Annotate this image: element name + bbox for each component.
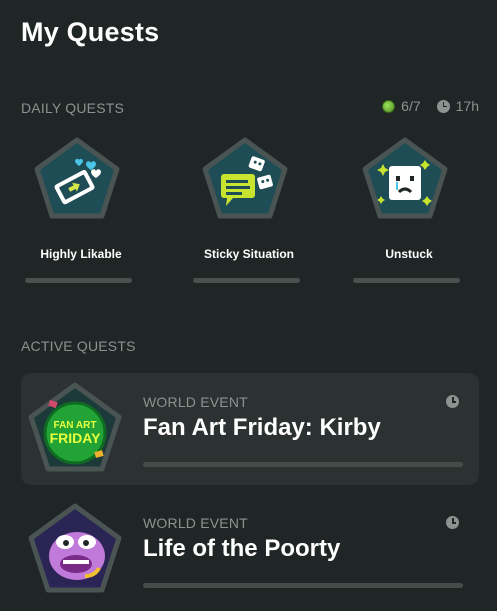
active-quest-card-life-of-the-poorty[interactable]: WORLD EVENT Life of the Poorty bbox=[21, 494, 479, 606]
quest-title: Life of the Poorty bbox=[143, 535, 341, 562]
daily-quest-name: Highly Likable bbox=[40, 247, 122, 261]
active-quest-card-fan-art-friday[interactable]: FAN ART FRIDAY WORLD EVENT Fan Art Frida… bbox=[21, 373, 479, 485]
my-quests-page: My Quests DAILY QUESTS 6/7 17h Highly Li… bbox=[0, 0, 497, 611]
daily-progress-count: 6/7 bbox=[401, 98, 421, 114]
daily-quests-row: Highly Likable Sticky Situation Unstuck bbox=[21, 136, 479, 286]
daily-quest-progress-bar bbox=[353, 278, 460, 283]
poorty-character-badge-icon bbox=[28, 503, 122, 593]
daily-quest-sticky-situation[interactable]: Sticky Situation bbox=[189, 136, 309, 286]
clock-icon bbox=[446, 395, 459, 408]
quest-badge-icon bbox=[382, 99, 396, 113]
daily-quest-highly-likable[interactable]: Highly Likable bbox=[21, 136, 141, 286]
quest-progress-bar bbox=[143, 462, 463, 467]
daily-time-left: 17h bbox=[455, 98, 479, 114]
daily-quest-progress-bar bbox=[25, 278, 132, 283]
daily-quests-label: DAILY QUESTS bbox=[21, 100, 125, 116]
quest-event-label: WORLD EVENT bbox=[143, 515, 248, 531]
quest-event-label: WORLD EVENT bbox=[143, 394, 248, 410]
sticky-note-icon bbox=[202, 137, 288, 219]
fan-art-friday-badge-icon: FAN ART FRIDAY bbox=[28, 382, 122, 472]
clock-icon bbox=[446, 516, 459, 529]
quest-progress-bar bbox=[143, 583, 463, 588]
daily-quest-name: Unstuck bbox=[385, 247, 433, 261]
daily-quest-progress-bar bbox=[193, 278, 300, 283]
phone-hearts-icon bbox=[34, 137, 120, 219]
daily-quest-unstuck[interactable]: Unstuck bbox=[349, 136, 469, 286]
sad-sticky-face-icon bbox=[362, 137, 448, 219]
daily-quest-name: Sticky Situation bbox=[203, 247, 295, 261]
page-title: My Quests bbox=[21, 17, 160, 47]
quest-title: Fan Art Friday: Kirby bbox=[143, 414, 381, 441]
clock-icon bbox=[436, 99, 450, 113]
badge-text-friday: FRIDAY bbox=[50, 430, 101, 446]
daily-quests-meta: 6/7 17h bbox=[382, 98, 479, 114]
active-quests-label: ACTIVE QUESTS bbox=[21, 338, 136, 354]
